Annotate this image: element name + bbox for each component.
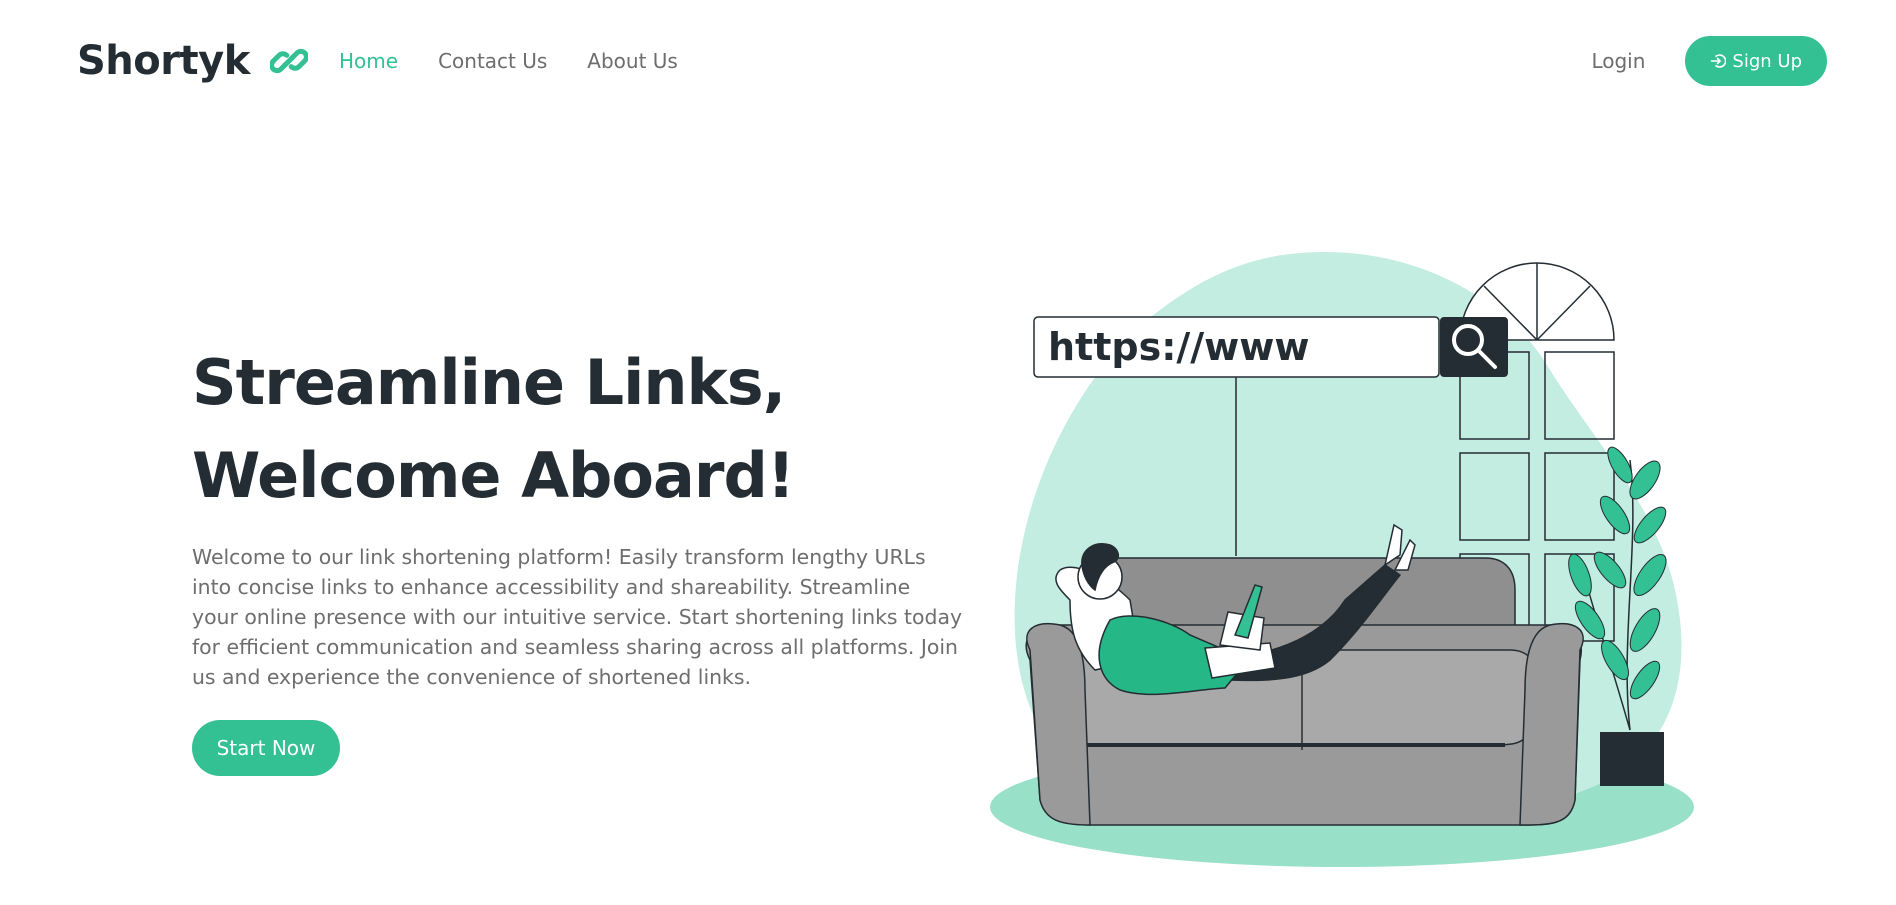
signup-label: Sign Up xyxy=(1732,50,1802,72)
navbar: Shortyk Home Contact Us About Us Login S… xyxy=(0,0,1896,122)
hero-title-line-1: Streamline Links, xyxy=(192,346,786,419)
auth-actions: Login Sign Up xyxy=(1591,36,1827,86)
hero-description: Welcome to our link shortening platform!… xyxy=(192,545,963,689)
nav-home[interactable]: Home xyxy=(339,48,398,74)
link-icon xyxy=(269,42,308,80)
start-now-button[interactable]: Start Now xyxy=(192,720,340,776)
sign-in-icon xyxy=(1710,53,1727,69)
nav-about-us[interactable]: About Us xyxy=(587,48,678,74)
hero-section: Streamline Links, Welcome Aboard! Welcom… xyxy=(192,336,972,776)
hero-illustration: https://www xyxy=(990,240,1710,880)
brand-logo[interactable]: Shortyk xyxy=(77,34,308,88)
hero-title: Streamline Links, Welcome Aboard! xyxy=(192,336,972,522)
login-link[interactable]: Login xyxy=(1591,49,1645,73)
brand-name: Shortyk xyxy=(77,38,250,84)
signup-button[interactable]: Sign Up xyxy=(1685,36,1827,86)
nav-contact-us[interactable]: Contact Us xyxy=(438,48,547,74)
hero-title-line-2: Welcome Aboard! xyxy=(192,439,795,512)
main-nav: Home Contact Us About Us xyxy=(339,48,678,74)
url-text: https://www xyxy=(1048,325,1310,369)
